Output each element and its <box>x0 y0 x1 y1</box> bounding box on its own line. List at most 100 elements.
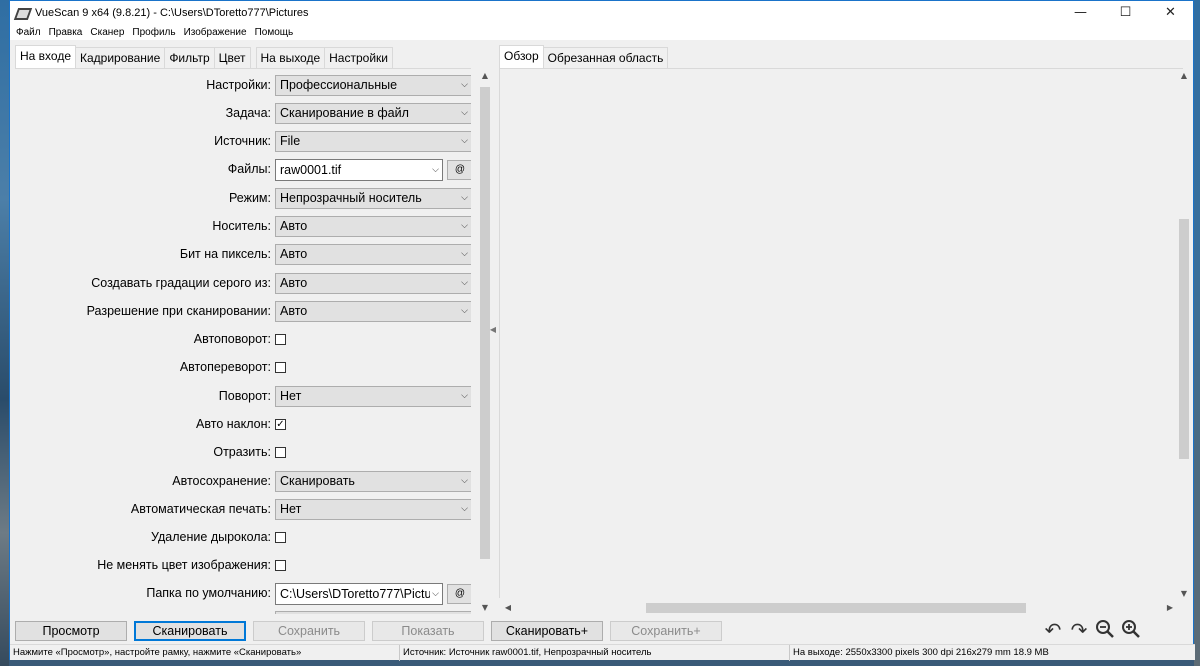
resolution-label: Разрешение при сканировании: <box>86 304 271 318</box>
tab-cropped-area[interactable]: Обрезанная область <box>542 47 669 68</box>
preview-hscroll-thumb[interactable] <box>646 603 1026 613</box>
maximize-button[interactable]: ☐ <box>1103 1 1148 24</box>
tab-crop[interactable]: Кадрирование <box>75 47 166 68</box>
files-browse-button[interactable]: @ <box>447 160 471 180</box>
mode-select[interactable]: Непрозрачный носитель ⌵ <box>275 188 471 209</box>
show-button[interactable]: Показать <box>372 621 484 641</box>
resolution-select[interactable]: Авто ⌵ <box>275 301 471 322</box>
preview-canvas[interactable] <box>499 68 1183 598</box>
panel-splitter-arrow-icon[interactable]: ◀ <box>488 325 498 337</box>
tab-prefs[interactable]: Настройки <box>324 47 393 68</box>
scroll-down-icon[interactable]: ▼ <box>1177 587 1191 601</box>
auto-skew-label: Авто наклон: <box>196 417 271 431</box>
chevron-down-icon: ⌵ <box>461 391 468 401</box>
save-button[interactable]: Сохранить <box>253 621 365 641</box>
task-label: Задача: <box>225 106 271 120</box>
title-bar[interactable]: VueScan 9 x64 (9.8.21) - C:\Users\DToret… <box>10 1 1193 24</box>
preview-panel: Обзор Обрезанная область ▲ ▼ ◀ ▶ <box>499 45 1192 617</box>
bits-label: Бит на пиксель: <box>179 247 271 261</box>
rotation-label: Поворот: <box>218 389 271 403</box>
settings-select[interactable]: Профессиональные ⌵ <box>275 75 471 96</box>
bits-select[interactable]: Авто ⌵ <box>275 244 471 265</box>
menu-file[interactable]: Файл <box>12 27 45 38</box>
menu-image[interactable]: Изображение <box>180 27 251 38</box>
media-label: Носитель: <box>212 219 271 233</box>
scroll-up-icon[interactable]: ▲ <box>478 69 492 83</box>
scan-button[interactable]: Сканировать <box>134 621 246 641</box>
autosave-select[interactable]: Сканировать ⌵ <box>275 471 471 492</box>
chevron-down-icon: ⌵ <box>461 278 468 288</box>
autoprint-select[interactable]: Нет ⌵ <box>275 499 471 520</box>
auto-skew-checkbox[interactable]: ✓ <box>275 419 286 430</box>
gray-from-label: Создавать градации серого из: <box>91 276 271 290</box>
auto-skew-row: Авто наклон: ✓ <box>15 414 471 436</box>
status-source: Источник: Источник raw0001.tif, Непрозра… <box>400 645 790 661</box>
preview-horizontal-scrollbar[interactable]: ◀ ▶ <box>499 601 1179 615</box>
tab-input[interactable]: На входе <box>15 45 76 68</box>
scroll-left-icon[interactable]: ◀ <box>501 601 515 615</box>
auto-flip-checkbox[interactable] <box>275 362 286 373</box>
window-title: VueScan 9 x64 (9.8.21) - C:\Users\DToret… <box>35 6 309 19</box>
partial-select[interactable] <box>275 611 471 614</box>
tab-color[interactable]: Цвет <box>213 47 251 68</box>
default-folder-combobox[interactable]: C:\Users\DToretto777\Pictur ⌵ <box>275 583 443 605</box>
zoom-out-icon[interactable] <box>1094 619 1116 641</box>
source-label: Источник: <box>214 134 271 148</box>
status-output: На выходе: 2550x3300 pixels 300 dpi 216x… <box>793 647 1049 658</box>
rotate-left-icon[interactable]: ↶ <box>1042 619 1064 641</box>
desktop-background-right <box>1194 0 1200 666</box>
vuescan-app-icon <box>15 7 29 19</box>
mirror-row: Отразить: <box>15 442 471 464</box>
settings-scrollbar-thumb[interactable] <box>480 87 490 559</box>
keep-colors-label: Не менять цвет изображения: <box>97 558 271 572</box>
menu-help[interactable]: Помощь <box>251 27 298 38</box>
auto-rotate-checkbox[interactable] <box>275 334 286 345</box>
menu-scanner[interactable]: Сканер <box>86 27 128 38</box>
chevron-down-icon: ⌵ <box>461 476 468 486</box>
rotation-select[interactable]: Нет ⌵ <box>275 386 471 407</box>
save-plus-button[interactable]: Сохранить+ <box>610 621 722 641</box>
rotate-right-icon[interactable]: ↷ <box>1068 619 1090 641</box>
tab-output[interactable]: На выходе <box>255 47 326 68</box>
settings-panel: На входе Кадрирование Фильтр Цвет На вых… <box>13 45 492 617</box>
close-button[interactable]: ✕ <box>1148 1 1193 24</box>
status-hint: Нажмите «Просмотр», настройте рамку, наж… <box>10 645 400 661</box>
mirror-checkbox[interactable] <box>275 447 286 458</box>
preview-button[interactable]: Просмотр <box>15 621 127 641</box>
minimize-button[interactable]: — <box>1058 1 1103 24</box>
task-select[interactable]: Сканирование в файл ⌵ <box>275 103 471 124</box>
hole-removal-checkbox[interactable] <box>275 532 286 543</box>
autosave-label: Автосохранение: <box>172 474 271 488</box>
hole-removal-row: Удаление дырокола: <box>15 527 471 549</box>
preview-tabs: Обзор Обрезанная область <box>499 45 1192 68</box>
resolution-row: Разрешение при сканировании: Авто ⌵ <box>15 301 471 323</box>
window-controls: — ☐ ✕ <box>1058 1 1193 24</box>
settings-scrollbar[interactable]: ▲ ▼ <box>478 69 492 615</box>
preview-vertical-scrollbar[interactable]: ▲ ▼ <box>1177 69 1191 601</box>
preview-vscroll-thumb[interactable] <box>1179 219 1189 459</box>
keep-colors-row: Не менять цвет изображения: <box>15 555 471 577</box>
scroll-up-icon[interactable]: ▲ <box>1177 69 1191 83</box>
menu-profile[interactable]: Профиль <box>128 27 179 38</box>
default-folder-row: Папка по умолчанию: C:\Users\DToretto777… <box>15 583 471 605</box>
scan-plus-button[interactable]: Сканировать+ <box>491 621 603 641</box>
keep-colors-checkbox[interactable] <box>275 560 286 571</box>
autoprint-label: Автоматическая печать: <box>130 502 271 516</box>
default-folder-browse-button[interactable]: @ <box>447 584 471 604</box>
zoom-in-icon[interactable] <box>1120 619 1142 641</box>
files-combobox[interactable]: raw0001.tif ⌵ <box>275 159 443 181</box>
bits-row: Бит на пиксель: Авто ⌵ <box>15 244 471 266</box>
media-select[interactable]: Авто ⌵ <box>275 216 471 237</box>
auto-flip-row: Автопереворот: <box>15 357 471 379</box>
scroll-down-icon[interactable]: ▼ <box>478 601 492 615</box>
files-row: Файлы: raw0001.tif ⌵ @ <box>15 159 471 181</box>
tab-filter[interactable]: Фильтр <box>164 47 215 68</box>
chevron-down-icon: ⌵ <box>461 306 468 316</box>
next-row-partial <box>15 611 471 614</box>
source-select[interactable]: File ⌵ <box>275 131 471 152</box>
default-folder-label: Папка по умолчанию: <box>146 586 271 600</box>
tab-preview[interactable]: Обзор <box>499 45 544 68</box>
scroll-right-icon[interactable]: ▶ <box>1163 601 1177 615</box>
gray-from-select[interactable]: Авто ⌵ <box>275 273 471 294</box>
menu-edit[interactable]: Правка <box>45 27 87 38</box>
